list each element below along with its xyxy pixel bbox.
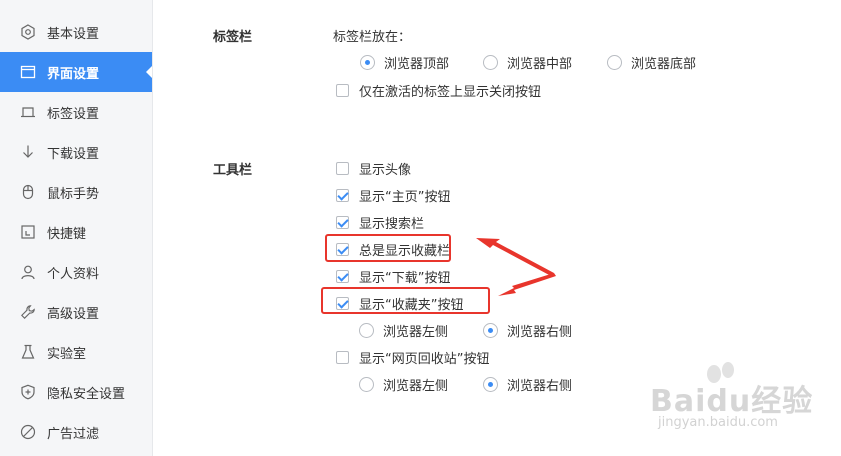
checkbox-label: 显示搜索栏 (359, 217, 425, 232)
sidebar-item-label: 隐私安全设置 (47, 386, 126, 402)
radio-icon[interactable] (483, 323, 498, 338)
checkbox-label: 显示头像 (359, 163, 412, 178)
watermark-text: Baidu经验 (650, 384, 814, 419)
watermark-url: jingyan.baidu.com (658, 415, 778, 430)
sidebar-item-advanced-settings[interactable]: 高级设置 (0, 292, 152, 332)
checkbox-icon[interactable] (336, 216, 349, 229)
annotation-highlight-favorites-button (321, 287, 490, 314)
show-recycle-button-checkbox[interactable]: 显示“网页回收站”按钮 (336, 348, 489, 367)
checkbox-icon[interactable] (336, 351, 349, 364)
tabbar-position-bottom-radio[interactable]: 浏览器底部 (607, 53, 696, 72)
show-home-button-checkbox[interactable]: 显示“主页”按钮 (336, 186, 450, 205)
sidebar-item-label: 实验室 (47, 346, 87, 362)
sidebar-item-mouse-gestures[interactable]: 鼠标手势 (0, 172, 152, 212)
radio-label: 浏览器右侧 (507, 325, 573, 340)
sidebar-item-label: 标签设置 (47, 106, 100, 122)
tabbar-position-middle-radio[interactable]: 浏览器中部 (483, 53, 572, 72)
radio-icon[interactable] (360, 55, 375, 70)
checkbox-label: 显示“下载”按钮 (359, 271, 451, 286)
radio-label: 浏览器中部 (507, 57, 573, 72)
annotation-highlight-bookmarks-bar (325, 234, 451, 262)
sidebar-item-lab[interactable]: 实验室 (0, 332, 152, 372)
sidebar-item-tab-settings[interactable]: 标签设置 (0, 92, 152, 132)
recycle-right-radio[interactable]: 浏览器右侧 (483, 375, 572, 394)
wrench-icon (20, 304, 36, 320)
recycle-left-radio[interactable]: 浏览器左侧 (359, 375, 448, 394)
sidebar-item-label: 广告过滤 (47, 426, 100, 442)
tab-icon (20, 104, 36, 120)
tabbar-position-top-radio[interactable]: 浏览器顶部 (360, 53, 449, 72)
radio-label: 浏览器顶部 (384, 57, 450, 72)
close-only-active-checkbox[interactable]: 仅在激活的标签上显示关闭按钮 (336, 81, 541, 100)
sidebar-item-label: 鼠标手势 (47, 186, 100, 202)
annotation-arrow-upper (476, 238, 554, 276)
sidebar-item-label: 下载设置 (47, 146, 100, 162)
sidebar-item-label: 界面设置 (47, 66, 100, 82)
sidebar-item-privacy-security[interactable]: 隐私安全设置 (0, 372, 152, 412)
sidebar-item-label: 个人资料 (47, 266, 100, 282)
window-icon (20, 64, 36, 80)
show-avatar-checkbox[interactable]: 显示头像 (336, 159, 411, 178)
sidebar-item-shortcuts[interactable]: 快捷键 (0, 212, 152, 252)
download-arrow-icon (20, 144, 36, 160)
radio-icon[interactable] (607, 55, 622, 70)
show-download-button-checkbox[interactable]: 显示“下载”按钮 (336, 267, 450, 286)
hexagon-gear-icon (20, 24, 36, 40)
radio-icon[interactable] (359, 377, 374, 392)
checkbox-icon[interactable] (336, 270, 349, 283)
toolbar-section-title: 工具栏 (213, 163, 253, 178)
radio-label: 浏览器左侧 (383, 325, 449, 340)
radio-label: 浏览器右侧 (507, 379, 573, 394)
tabbar-section-title: 标签栏 (213, 30, 253, 45)
sidebar-item-download-settings[interactable]: 下载设置 (0, 132, 152, 172)
shield-icon (20, 384, 36, 400)
sidebar-item-profile[interactable]: 个人资料 (0, 252, 152, 292)
radio-icon[interactable] (483, 55, 498, 70)
sidebar-item-interface-settings[interactable]: 界面设置 (0, 52, 152, 92)
sidebar-item-label: 快捷键 (47, 226, 87, 242)
annotation-arrow-lower (498, 273, 556, 296)
favorites-right-radio[interactable]: 浏览器右侧 (483, 321, 572, 340)
annotation-arrows (476, 238, 556, 296)
radio-icon[interactable] (359, 323, 374, 338)
radio-label: 浏览器左侧 (383, 379, 449, 394)
settings-sidebar: 基本设置 界面设置 标签设置 下载设置 鼠标手势 快捷键 个人资料 高级设置 实… (0, 0, 153, 456)
sidebar-item-basic-settings[interactable]: 基本设置 (0, 12, 152, 52)
checkbox-icon[interactable] (336, 84, 349, 97)
sidebar-item-label: 基本设置 (47, 26, 100, 42)
favorites-left-radio[interactable]: 浏览器左侧 (359, 321, 448, 340)
sidebar-item-label: 高级设置 (47, 306, 100, 322)
person-icon (20, 264, 36, 280)
checkbox-label: 仅在激活的标签上显示关闭按钮 (359, 85, 542, 100)
mouse-icon (20, 184, 36, 200)
checkbox-label: 显示“主页”按钮 (359, 190, 451, 205)
block-icon (20, 424, 36, 440)
checkbox-icon[interactable] (336, 162, 349, 175)
sidebar-item-ad-filter[interactable]: 广告过滤 (0, 412, 152, 452)
checkbox-label: 显示“网页回收站”按钮 (359, 352, 490, 367)
radio-label: 浏览器底部 (631, 57, 697, 72)
checkbox-icon[interactable] (336, 189, 349, 202)
show-search-bar-checkbox[interactable]: 显示搜索栏 (336, 213, 424, 232)
radio-icon[interactable] (483, 377, 498, 392)
flask-icon (20, 344, 36, 360)
shortcut-icon (20, 224, 36, 240)
tabbar-position-label: 标签栏放在： (333, 30, 412, 45)
